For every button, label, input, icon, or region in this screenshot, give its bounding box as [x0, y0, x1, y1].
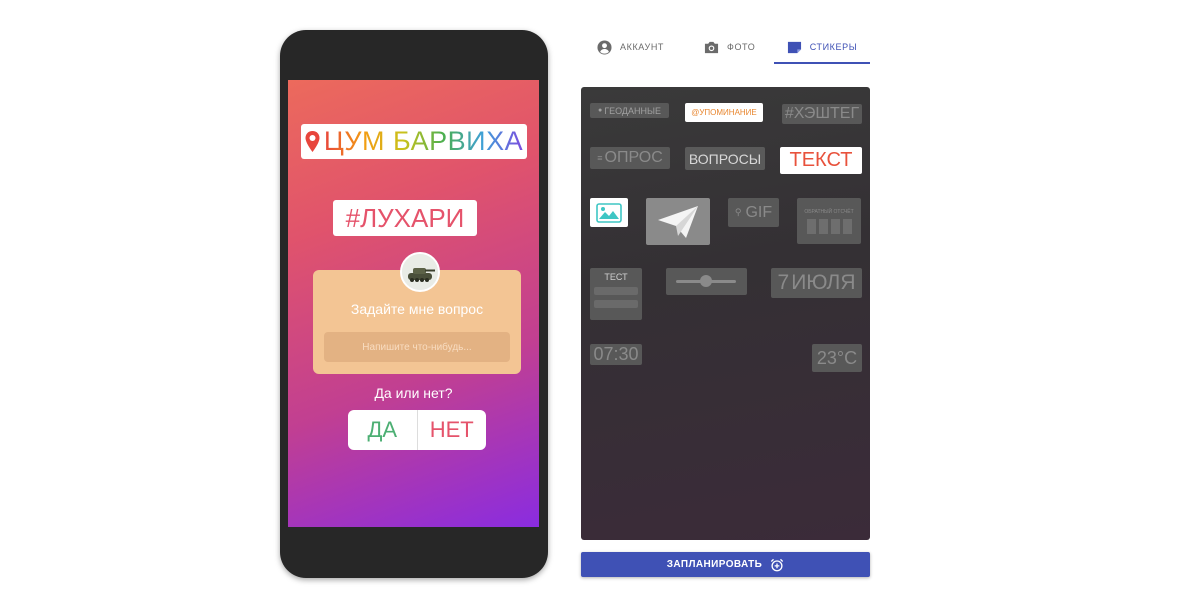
hashtag-sticker[interactable]: #ЛУХАРИ [333, 200, 477, 236]
date-month: ИЮЛЯ [791, 271, 856, 294]
sticker-quiz[interactable]: ТЕСТ [590, 268, 642, 320]
tab-photo-label: ФОТО [727, 42, 756, 52]
poll-question: Да или нет? [374, 385, 453, 401]
poll-yes-option[interactable]: ДА [348, 410, 418, 450]
location-pin-icon [305, 130, 320, 152]
quiz-option [594, 287, 638, 295]
question-title: Задайте мне вопрос [350, 301, 484, 317]
image-icon [596, 202, 622, 223]
paper-plane-icon [658, 205, 698, 238]
location-text: ЦУМ БАРВИХА [323, 126, 524, 156]
poll-sticker[interactable]: ДА НЕТ [348, 410, 486, 450]
sticker-icon [787, 41, 801, 53]
countdown-boxes [806, 218, 852, 234]
tab-stickers[interactable]: СТИКЕРЫ [774, 32, 870, 64]
sticker-temperature[interactable]: 23°C [812, 344, 862, 372]
quiz-option [594, 300, 638, 308]
sticker-mention[interactable]: @УПОМИНАНИЕ [685, 103, 763, 122]
tab-account[interactable]: АККАУНТ [597, 32, 664, 62]
schedule-button[interactable]: ЗАПЛАНИРОВАТЬ [581, 552, 870, 577]
sticker-countdown[interactable]: ОБРАТНЫЙ ОТСЧЁТ [797, 198, 861, 244]
story-canvas: ЦУМ БАРВИХА #ЛУХАРИ Задайте мне вопрос Н… [288, 80, 539, 527]
sticker-geo[interactable]: ● ГЕОДАННЫЕ [590, 103, 669, 118]
sticker-gif-label: GIF [745, 203, 773, 221]
schedule-label: ЗАПЛАНИРОВАТЬ [666, 559, 763, 570]
tab-bar: АККАУНТ ФОТО СТИКЕРЫ [581, 32, 871, 64]
alarm-add-icon [771, 558, 784, 571]
phone-preview: ЦУМ БАРВИХА #ЛУХАРИ Задайте мне вопрос Н… [280, 30, 548, 578]
sticker-geo-label: ГЕОДАННЫЕ [604, 105, 661, 116]
tab-photo[interactable]: ФОТО [704, 32, 755, 62]
sticker-text[interactable]: ТЕКСТ [780, 147, 862, 174]
sticker-image[interactable] [590, 198, 628, 227]
avatar [400, 252, 440, 292]
sticker-poll-label: ОПРОС [604, 149, 663, 166]
location-sticker[interactable]: ЦУМ БАРВИХА [301, 124, 527, 159]
tab-account-label: АККАУНТ [620, 42, 665, 52]
sticker-time[interactable]: 07:30 [590, 344, 642, 365]
sticker-emoji-slider[interactable] [666, 268, 747, 295]
tank-avatar-icon [402, 254, 438, 290]
geo-pin-icon: ● [598, 107, 603, 114]
gif-search-icon: ⚲ [734, 207, 742, 217]
camera-icon [704, 41, 719, 53]
question-input[interactable]: Напишите что-нибудь... [324, 332, 510, 362]
date-day: 7 [777, 271, 790, 294]
tab-stickers-label: СТИКЕРЫ [809, 42, 858, 52]
quiz-title: ТЕСТ [604, 272, 628, 282]
sticker-questions[interactable]: ВОПРОСЫ [685, 147, 765, 170]
sticker-gif[interactable]: ⚲ GIF [728, 198, 779, 227]
sticker-poll[interactable]: ≡ ОПРОС [590, 147, 670, 169]
sticker-hashtag[interactable]: #ХЭШТЕГ [782, 104, 862, 124]
poll-list-icon: ≡ [597, 153, 603, 163]
sticker-panel: ● ГЕОДАННЫЕ @УПОМИНАНИЕ #ХЭШТЕГ ≡ ОПРОС … [581, 87, 870, 540]
poll-no-option[interactable]: НЕТ [418, 410, 487, 450]
countdown-title: ОБРАТНЫЙ ОТСЧЁТ [804, 208, 854, 215]
sticker-date[interactable]: 7 ИЮЛЯ [771, 268, 862, 298]
slider-knob [700, 275, 712, 287]
sticker-paper-plane[interactable] [646, 198, 710, 245]
account-icon [597, 39, 612, 55]
